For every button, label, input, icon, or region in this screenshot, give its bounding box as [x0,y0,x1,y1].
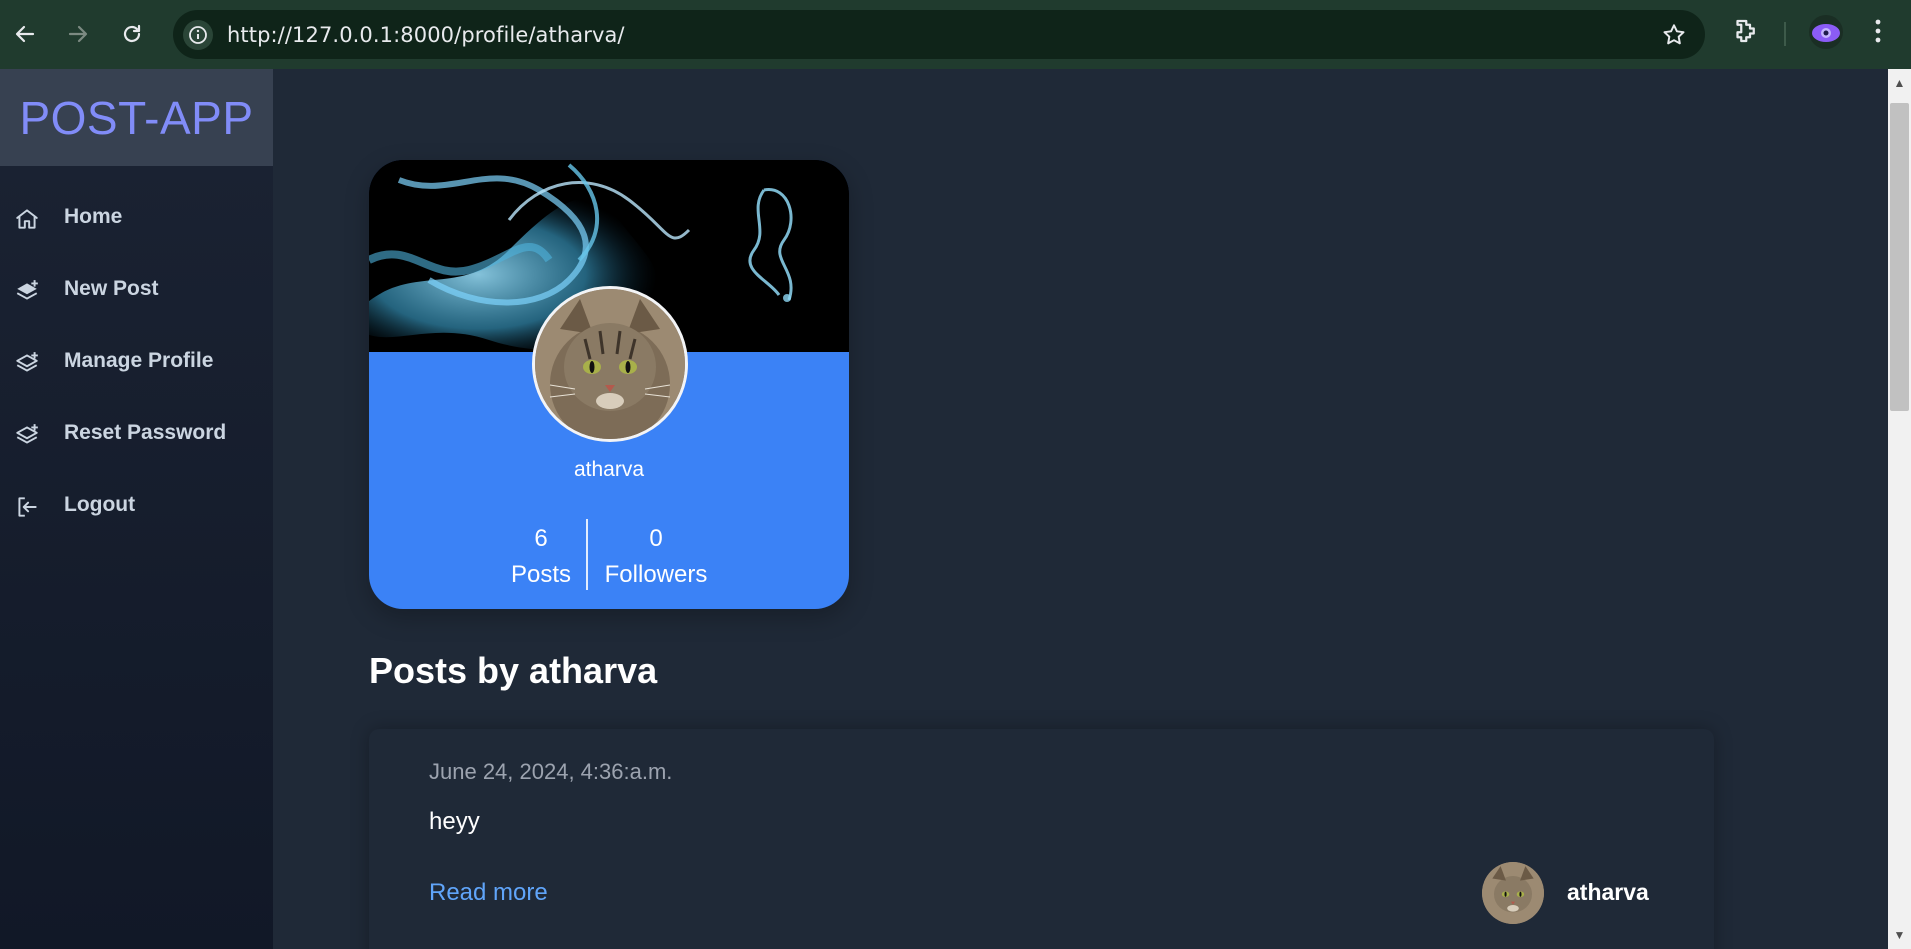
followers-label: Followers [604,561,708,588]
brand-logo[interactable]: POST-APP [0,69,273,166]
stat-divider [586,519,588,590]
posts-label: Posts [511,561,572,588]
profile-username: atharva [573,458,645,481]
post-card: June 24, 2024, 4:36:a.m. heyy Read more … [369,729,1714,949]
forward-arrow-icon [68,25,88,43]
posts-count: 6 [534,525,548,552]
back-button[interactable] [5,14,45,54]
page-scrollbar[interactable]: ▲ ▼ [1888,69,1911,949]
back-arrow-icon [15,25,35,43]
author-avatar[interactable] [1482,862,1544,924]
site-info-icon[interactable] [183,20,213,50]
sidebar-item-label: New Post [64,277,159,300]
sidebar: POST-APP Home New Post Manage Profile Re… [0,69,273,949]
reload-button[interactable] [112,14,152,54]
sidebar-item-label: Home [64,205,123,228]
sidebar-item-manage-profile[interactable]: Manage Profile [0,334,273,390]
sidebar-item-reset-password[interactable]: Reset Password [0,406,273,462]
more-menu-icon[interactable] [1866,16,1890,51]
sidebar-item-new-post[interactable]: New Post [0,262,273,318]
sidebar-item-label: Logout [64,493,136,516]
posts-stat: 6 Posts [511,525,571,589]
layers-plus-icon [16,424,38,444]
scroll-thumb[interactable] [1890,103,1909,411]
address-bar[interactable]: http://127.0.0.1:8000/profile/atharva/ [173,10,1705,59]
toolbar-divider [1784,22,1786,46]
post-text: heyy [429,808,480,835]
browser-toolbar: http://127.0.0.1:8000/profile/atharva/ [0,0,1911,69]
url-text[interactable]: http://127.0.0.1:8000/profile/atharva/ [227,23,625,47]
read-more-link[interactable]: Read more [429,879,548,907]
author-name[interactable]: atharva [1567,879,1649,906]
extensions-icon[interactable] [1730,16,1760,51]
layers-plus-icon [16,352,38,372]
brand-name[interactable]: POST-APP [19,91,253,145]
reload-icon [123,24,141,43]
profile-avatar-icon[interactable] [1808,14,1844,55]
posts-heading: Posts by atharva [369,650,658,691]
post-date: June 24, 2024, 4:36:a.m. [429,759,673,784]
sidebar-item-home[interactable]: Home [0,190,273,246]
logout-icon [18,497,37,517]
scroll-down-icon[interactable]: ▼ [1888,921,1911,949]
forward-button[interactable] [58,14,98,54]
followers-stat: 0 Followers [601,525,711,589]
scroll-up-icon[interactable]: ▲ [1888,69,1911,97]
followers-count: 0 [649,525,663,552]
layers-plus-icon [16,280,38,300]
sidebar-item-label: Manage Profile [64,349,214,372]
sidebar-item-logout[interactable]: Logout [0,478,273,534]
sidebar-item-label: Reset Password [64,421,227,444]
avatar [532,286,688,442]
home-icon [16,209,38,229]
bookmark-star-icon[interactable] [1661,22,1687,53]
profile-card: atharva 6 Posts 0 Followers [369,160,849,609]
